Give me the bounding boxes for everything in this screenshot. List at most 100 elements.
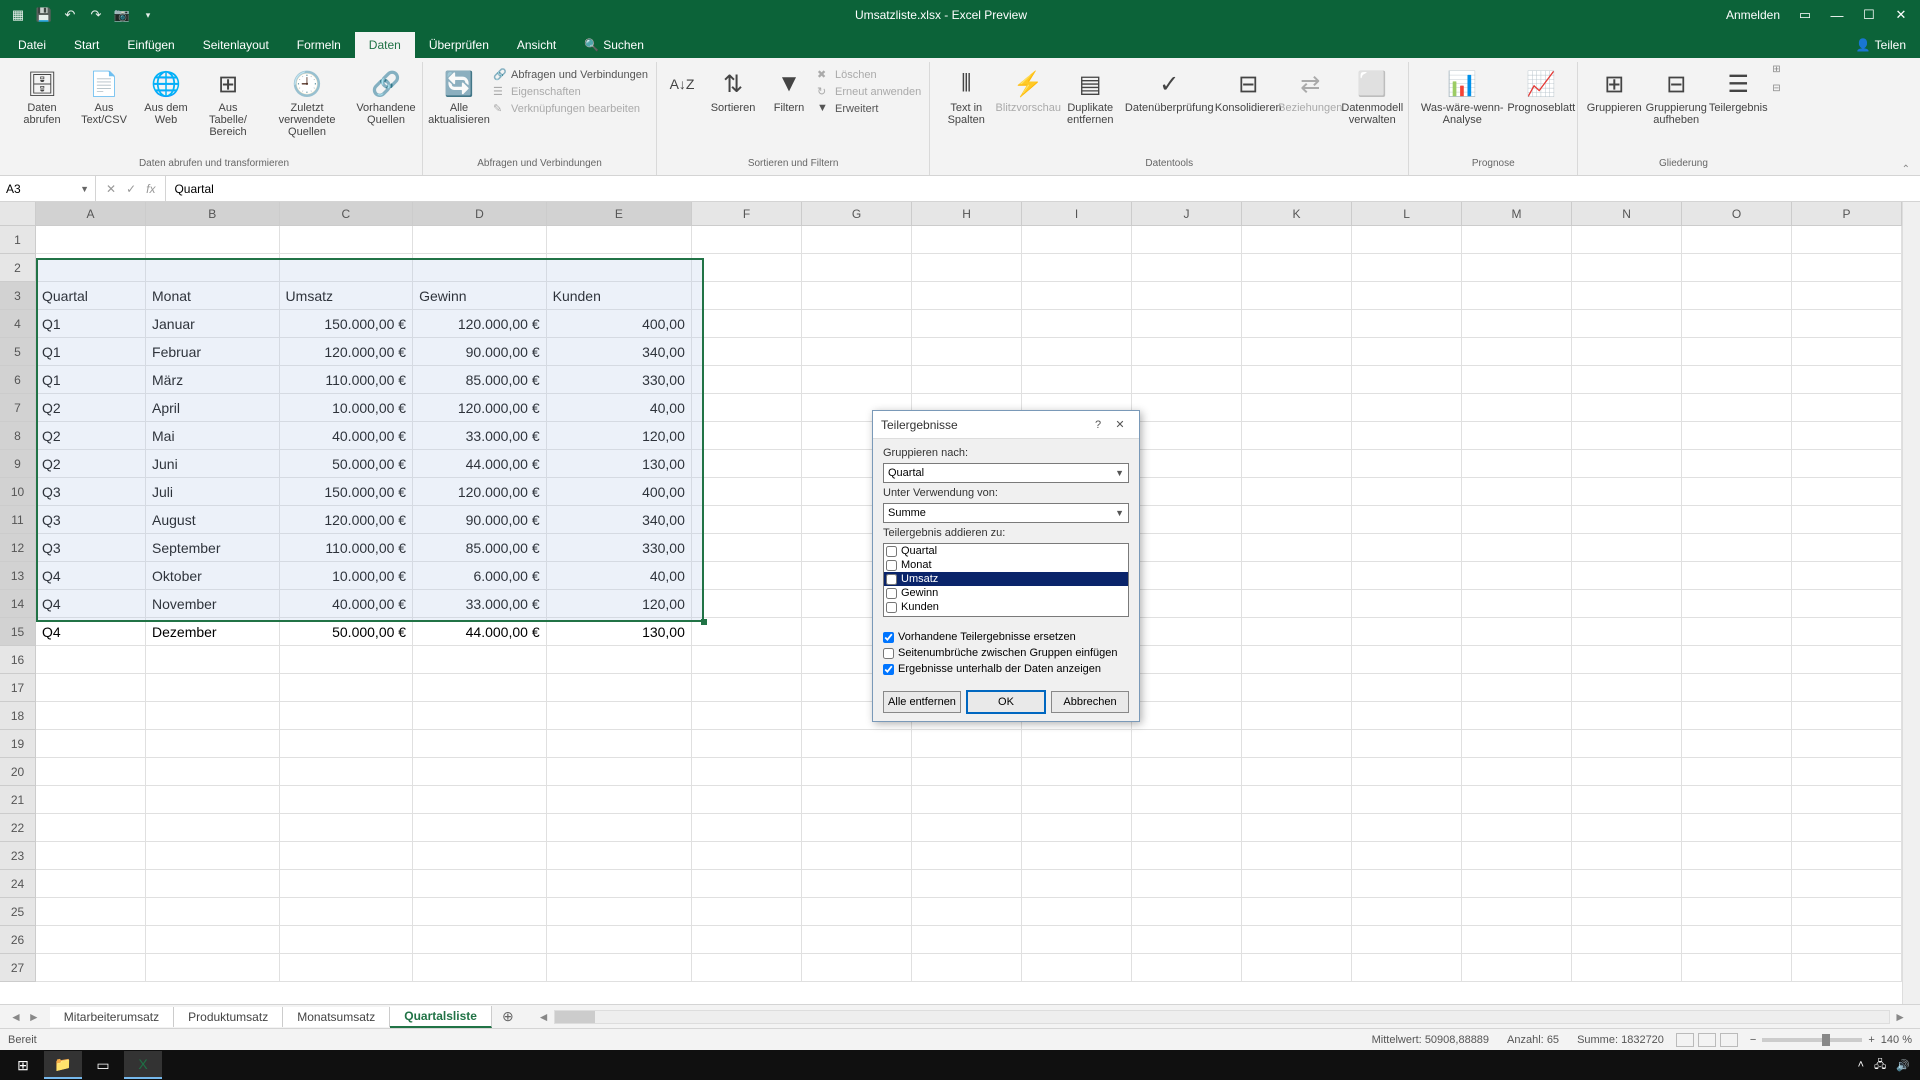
cell[interactable]: November — [146, 590, 280, 617]
cell[interactable] — [1462, 450, 1572, 477]
cell[interactable] — [1572, 646, 1682, 673]
cell[interactable] — [1792, 786, 1902, 813]
cell[interactable]: Quartal — [36, 282, 146, 309]
row-header-13[interactable]: 13 — [0, 562, 35, 590]
cell[interactable] — [1792, 562, 1902, 589]
from-table-button[interactable]: ⊞Aus Tabelle/ Bereich — [200, 64, 256, 138]
groupby-select[interactable]: Quartal▼ — [883, 463, 1129, 483]
cell[interactable] — [692, 450, 802, 477]
cell[interactable] — [1022, 282, 1132, 309]
cell[interactable] — [1462, 646, 1572, 673]
cell[interactable] — [1682, 310, 1792, 337]
dialog-help-button[interactable]: ? — [1087, 419, 1109, 431]
row-header-10[interactable]: 10 — [0, 478, 35, 506]
cell[interactable]: 33.000,00 € — [413, 422, 547, 449]
cell[interactable] — [1462, 310, 1572, 337]
cell[interactable] — [1792, 618, 1902, 645]
cell[interactable] — [1792, 338, 1902, 365]
cell[interactable]: Q2 — [36, 422, 146, 449]
cell[interactable] — [802, 338, 912, 365]
vertical-scrollbar[interactable] — [1902, 202, 1920, 1004]
cell[interactable]: 33.000,00 € — [413, 590, 547, 617]
cell[interactable] — [547, 730, 692, 757]
horizontal-scrollbar[interactable] — [554, 1010, 1891, 1024]
cell[interactable] — [692, 926, 802, 953]
cell[interactable] — [1572, 338, 1682, 365]
cell[interactable] — [1242, 562, 1352, 589]
cell[interactable] — [692, 506, 802, 533]
enter-formula-icon[interactable]: ✓ — [126, 182, 136, 196]
cell[interactable] — [802, 730, 912, 757]
cell[interactable] — [146, 954, 280, 981]
cell[interactable] — [1352, 450, 1462, 477]
cell[interactable] — [36, 226, 146, 253]
cell[interactable] — [1352, 786, 1462, 813]
cell[interactable] — [1682, 450, 1792, 477]
cell[interactable] — [1572, 226, 1682, 253]
cell[interactable]: 120.000,00 € — [413, 310, 547, 337]
cell[interactable] — [1462, 674, 1572, 701]
zoom-in-button[interactable]: + — [1868, 1034, 1874, 1046]
cell[interactable] — [1792, 898, 1902, 925]
cell[interactable]: März — [146, 366, 280, 393]
cell[interactable] — [1572, 758, 1682, 785]
cell[interactable] — [1682, 842, 1792, 869]
cell[interactable] — [1352, 254, 1462, 281]
cell[interactable] — [1462, 730, 1572, 757]
cell[interactable] — [1572, 898, 1682, 925]
cell[interactable] — [1792, 954, 1902, 981]
cell[interactable] — [1022, 842, 1132, 869]
cell[interactable] — [1792, 730, 1902, 757]
cell[interactable]: Mai — [146, 422, 280, 449]
cell[interactable] — [1462, 618, 1572, 645]
cell[interactable]: Dezember — [146, 618, 280, 645]
cell[interactable] — [692, 226, 802, 253]
cell[interactable] — [36, 898, 146, 925]
cell[interactable] — [912, 814, 1022, 841]
cell[interactable] — [1682, 814, 1792, 841]
tab-einfuegen[interactable]: Einfügen — [113, 32, 188, 58]
cell[interactable] — [1682, 898, 1792, 925]
cell[interactable] — [36, 758, 146, 785]
cell[interactable] — [547, 926, 692, 953]
cell[interactable] — [1682, 926, 1792, 953]
cell[interactable] — [1462, 338, 1572, 365]
column-header-L[interactable]: L — [1352, 202, 1462, 225]
cell[interactable] — [692, 898, 802, 925]
cell[interactable] — [912, 786, 1022, 813]
cell[interactable] — [1682, 758, 1792, 785]
cell[interactable] — [1572, 590, 1682, 617]
cell[interactable] — [1242, 898, 1352, 925]
cell[interactable]: Oktober — [146, 562, 280, 589]
tab-suchen[interactable]: 🔍Suchen — [570, 32, 658, 58]
cell[interactable] — [413, 870, 547, 897]
cell[interactable] — [1352, 702, 1462, 729]
cell[interactable] — [146, 758, 280, 785]
cell[interactable] — [1242, 786, 1352, 813]
add-sheet-button[interactable]: ⊕ — [492, 1008, 524, 1025]
column-header-I[interactable]: I — [1022, 202, 1132, 225]
cell[interactable] — [547, 226, 692, 253]
column-header-J[interactable]: J — [1132, 202, 1242, 225]
cell[interactable]: 340,00 — [547, 506, 692, 533]
cell[interactable] — [912, 226, 1022, 253]
cell[interactable] — [413, 254, 547, 281]
cell[interactable] — [1792, 506, 1902, 533]
cell[interactable] — [802, 870, 912, 897]
cell[interactable] — [146, 870, 280, 897]
cell[interactable] — [1022, 786, 1132, 813]
checkbox-monat[interactable] — [886, 560, 897, 571]
tab-seitenlayout[interactable]: Seitenlayout — [189, 32, 283, 58]
cell[interactable] — [1242, 730, 1352, 757]
cell[interactable] — [1242, 478, 1352, 505]
cell[interactable] — [280, 870, 414, 897]
row-header-5[interactable]: 5 — [0, 338, 35, 366]
cell[interactable] — [1132, 366, 1242, 393]
sort-button[interactable]: ⇅Sortieren — [705, 64, 761, 114]
cell[interactable]: 40.000,00 € — [280, 590, 414, 617]
formula-input[interactable]: Quartal — [166, 182, 1920, 196]
save-icon[interactable]: 💾 — [36, 7, 52, 23]
cell[interactable] — [1352, 534, 1462, 561]
cell[interactable] — [692, 394, 802, 421]
cell[interactable] — [1462, 282, 1572, 309]
